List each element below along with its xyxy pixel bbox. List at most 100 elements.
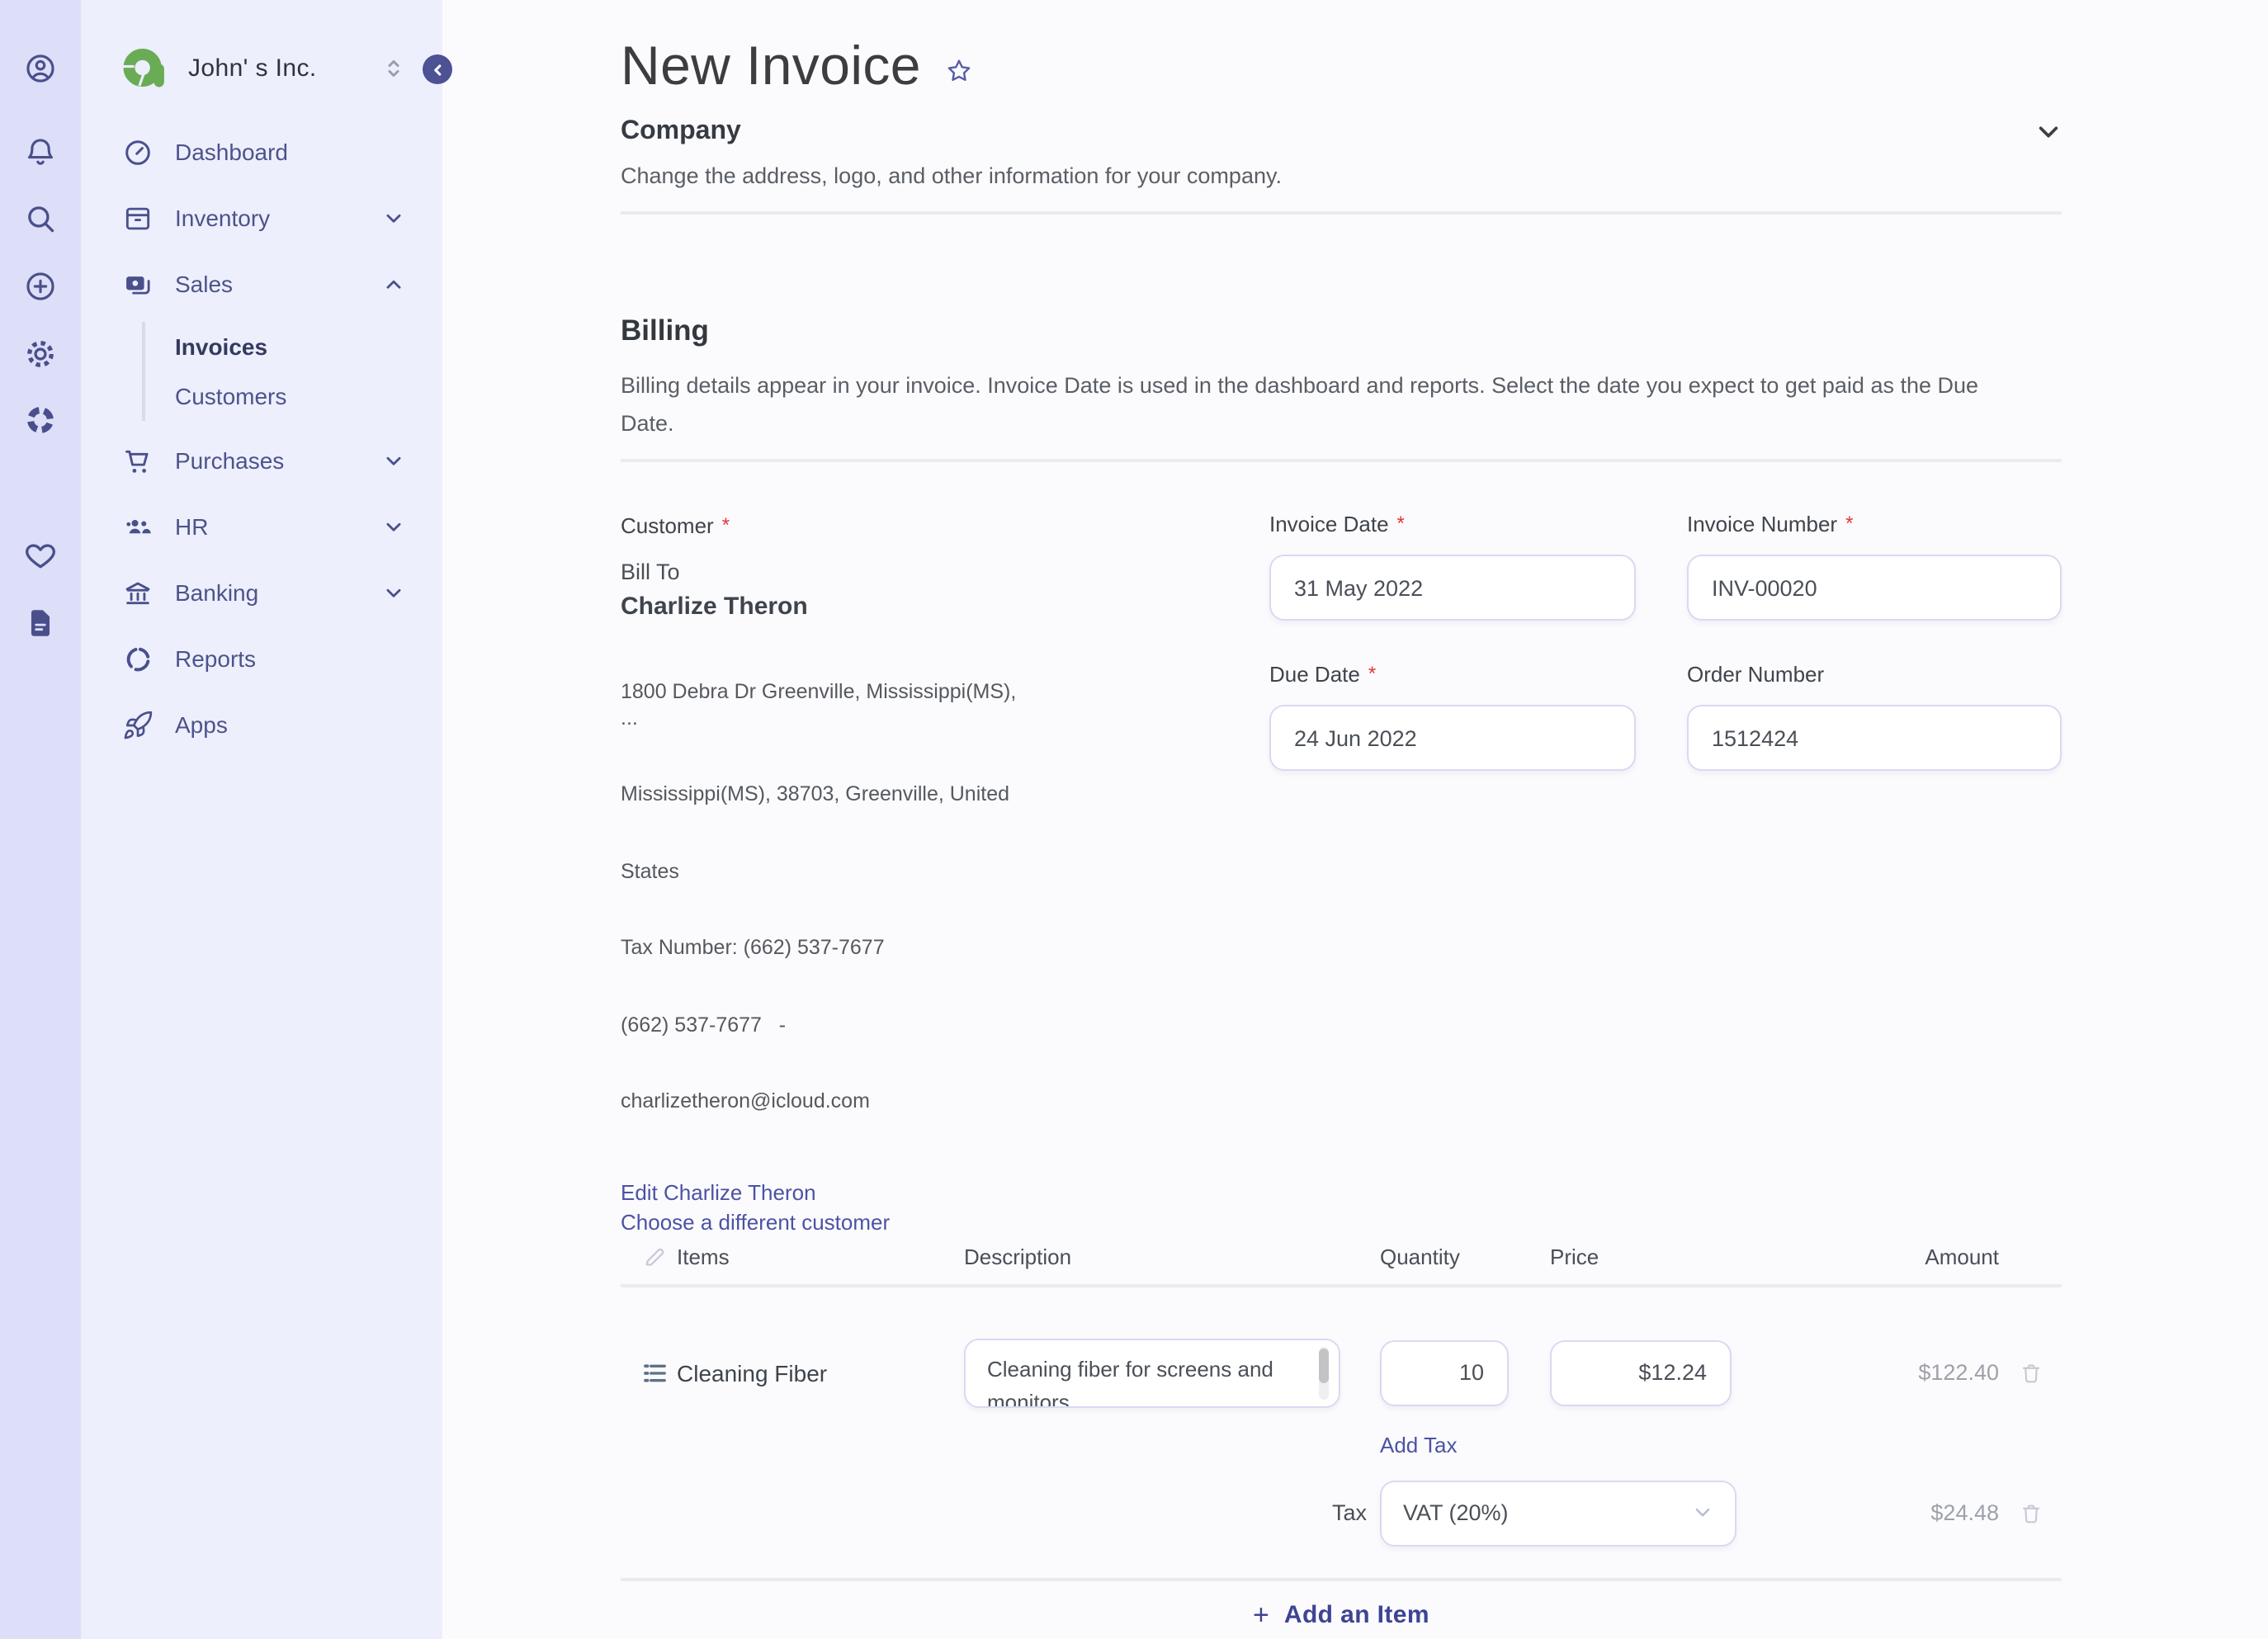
item-description-text: Cleaning fiber for screens and monitors: [987, 1356, 1273, 1407]
company-logo-icon: [123, 48, 164, 87]
sidebar-item-reports[interactable]: Reports: [81, 626, 442, 692]
customer-address-line: Mississippi(MS), 38703, Greenville, Unit…: [621, 782, 1010, 805]
sidebar-item-label: Inventory: [175, 205, 271, 231]
item-quantity-input[interactable]: [1380, 1339, 1509, 1405]
due-date-input[interactable]: [1269, 705, 1636, 771]
sidebar-item-customers[interactable]: Customers: [145, 371, 442, 421]
billing-section: Billing Billing details appear in your i…: [621, 314, 2062, 462]
user-account-icon[interactable]: [23, 51, 58, 86]
due-date-label: Due Date: [1269, 662, 1360, 687]
sidebar-item-purchases[interactable]: Purchases: [81, 427, 442, 494]
item-amount: $122.40: [1918, 1360, 1999, 1385]
banking-bank-icon: [125, 581, 150, 604]
company-switcher[interactable]: John' s Inc.: [81, 41, 442, 94]
choose-customer-link[interactable]: Choose a different customer: [621, 1209, 890, 1234]
chevron-down-icon: [386, 456, 401, 465]
edit-customer-link[interactable]: Edit Charlize Theron: [621, 1179, 816, 1204]
required-asterisk: *: [1368, 662, 1377, 685]
sidebar-item-label: Banking: [175, 579, 259, 606]
sidebar-item-label: Reports: [175, 645, 257, 672]
item-row: Cleaning Fiber Cleaning fiber for screen…: [621, 1338, 2062, 1407]
company-section-description: Change the address, logo, and other info…: [621, 163, 1282, 188]
item-list-handle-icon[interactable]: [640, 1358, 670, 1387]
customer-details: 1800 Debra Dr Greenville, Mississippi(MS…: [621, 629, 1033, 1166]
header-items: Items: [677, 1244, 730, 1268]
sidebar-item-apps[interactable]: Apps: [81, 692, 442, 758]
customer-block: Customer * Bill To Charlize Theron 1800 D…: [621, 512, 1132, 1234]
sidebar-item-label: Customers: [175, 383, 287, 409]
tax-amount: $24.48: [1930, 1500, 1999, 1525]
item-name: Cleaning Fiber: [677, 1359, 828, 1386]
documents-icon[interactable]: [23, 606, 58, 640]
customer-phone: (662) 537-7677 -: [621, 1013, 787, 1036]
plus-icon: +: [1253, 1599, 1269, 1630]
sidebar-item-label: Purchases: [175, 447, 285, 474]
delete-item-trash-icon[interactable]: [2019, 1359, 2044, 1386]
sidebar-item-label: HR: [175, 513, 209, 540]
sidebar-item-label: Dashboard: [175, 139, 288, 165]
help-lifebuoy-icon[interactable]: [23, 403, 58, 437]
invoice-date-input[interactable]: [1269, 555, 1636, 621]
sidebar-item-inventory[interactable]: Inventory: [81, 185, 442, 251]
purchases-cart-icon: [125, 449, 149, 472]
sidebar-item-banking[interactable]: Banking: [81, 560, 442, 626]
billing-section-description: Billing details appear in your invoice. …: [621, 373, 1979, 436]
main-content: New Invoice Company Change the address, …: [442, 0, 2268, 1639]
item-description-textarea[interactable]: Cleaning fiber for screens and monitors: [964, 1338, 1340, 1407]
header-price: Price: [1550, 1244, 1599, 1268]
apps-rocket-icon: [124, 710, 153, 739]
items-table-header: Items Description Quantity Price Amount: [621, 1244, 2062, 1287]
company-section-toggle-icon[interactable]: [2035, 119, 2062, 145]
header-description: Description: [964, 1244, 1072, 1268]
add-item-button[interactable]: + Add an Item: [621, 1577, 2062, 1639]
order-number-input[interactable]: [1687, 705, 2062, 771]
hr-users-icon: [126, 518, 151, 533]
scrollbar-thumb[interactable]: [1319, 1348, 1329, 1382]
sidebar-item-sales[interactable]: Sales: [81, 251, 442, 317]
sidebar-item-label: Sales: [175, 271, 234, 297]
sidebar-item-hr[interactable]: HR: [81, 494, 442, 560]
tax-row: Tax VAT (20%) $24.48: [621, 1480, 2062, 1546]
header-quantity: Quantity: [1380, 1244, 1460, 1268]
order-number-label: Order Number: [1687, 662, 1825, 687]
tax-label: Tax: [1331, 1500, 1367, 1525]
sidebar-item-label: Invoices: [175, 333, 268, 360]
customer-address-line: 1800 Debra Dr Greenville, Mississippi(MS…: [621, 680, 1028, 729]
sidebar-collapse-button[interactable]: [423, 54, 452, 84]
invoice-fields: Invoice Date* Invoice Number* Due Date* …: [1269, 512, 2062, 1234]
customer-email: charlizetheron@icloud.com: [621, 1089, 870, 1112]
chevron-left-icon: [433, 64, 441, 75]
sidebar-item-label: Apps: [175, 711, 228, 738]
icon-rail: [0, 0, 81, 1639]
page-title: New Invoice: [621, 35, 921, 96]
chevron-up-icon: [386, 279, 401, 288]
invoice-number-input[interactable]: [1687, 555, 2062, 621]
header-amount: Amount: [1925, 1244, 1999, 1268]
item-price-input[interactable]: [1550, 1339, 1732, 1405]
inventory-box-icon: [125, 206, 150, 229]
reports-pie-icon: [126, 646, 150, 671]
quick-add-plus-icon[interactable]: [23, 269, 58, 304]
sidebar-item-invoices[interactable]: Invoices: [145, 322, 442, 371]
notifications-bell-icon[interactable]: [23, 135, 58, 170]
customer-name: Charlize Theron: [621, 593, 808, 621]
dashboard-gauge-icon: [125, 139, 150, 164]
bill-to-label: Bill To: [621, 560, 680, 584]
sidebar-item-dashboard[interactable]: Dashboard: [81, 119, 442, 185]
favorite-star-icon[interactable]: [944, 56, 974, 86]
add-tax-link[interactable]: Add Tax: [1380, 1432, 1458, 1457]
tax-select[interactable]: VAT (20%): [1380, 1480, 1736, 1546]
items-table: Items Description Quantity Price Amount …: [621, 1244, 2062, 1639]
invoice-number-label: Invoice Number: [1687, 512, 1838, 536]
chevron-down-icon: [386, 213, 401, 222]
customer-tax-number: Tax Number: (662) 537-7677: [621, 936, 885, 959]
company-section-title: Company: [621, 117, 741, 145]
sales-submenu: Invoices Customers: [142, 322, 442, 421]
sidebar: John' s Inc. Dashboard Inventory Sales I…: [81, 0, 442, 1639]
app-window: John' s Inc. Dashboard Inventory Sales I…: [0, 0, 2268, 1639]
search-icon[interactable]: [23, 201, 58, 236]
favorites-heart-icon[interactable]: [23, 538, 58, 573]
settings-gear-icon[interactable]: [23, 337, 58, 371]
delete-tax-trash-icon[interactable]: [2019, 1500, 2044, 1526]
company-switch-chevrons-icon[interactable]: [381, 54, 406, 82]
